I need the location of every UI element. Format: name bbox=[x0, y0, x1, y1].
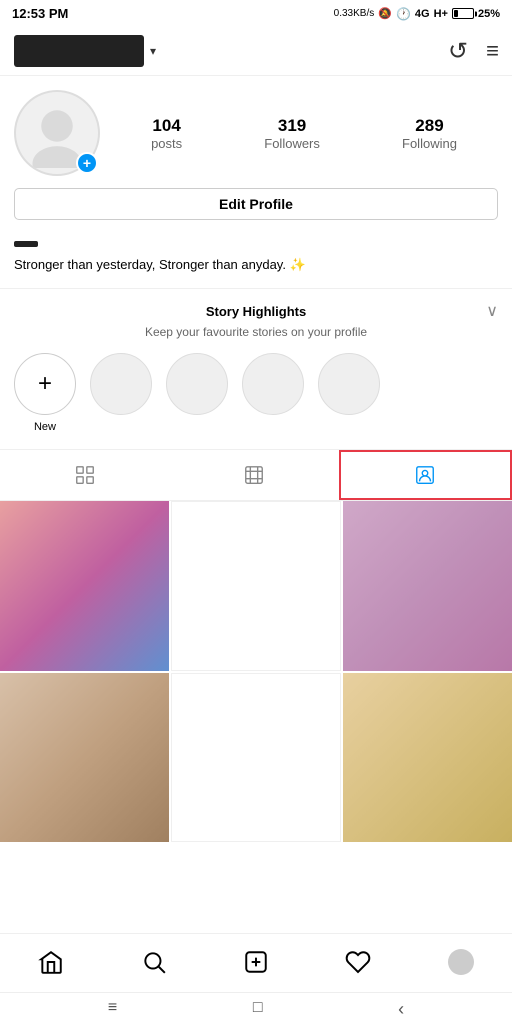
avatar-add-button[interactable]: + bbox=[76, 152, 98, 174]
nav-right-icons: ↺ ≡ bbox=[448, 37, 498, 66]
stat-posts[interactable]: 104 posts bbox=[151, 116, 182, 151]
highlight-item-2[interactable] bbox=[166, 353, 228, 433]
history-icon[interactable]: ↺ bbox=[448, 37, 468, 66]
nav-profile[interactable] bbox=[439, 944, 483, 980]
highlights-list: + New bbox=[0, 349, 512, 437]
status-indicators: 0.33KB/s 🔕 🕐 4G H+ 25% bbox=[334, 7, 500, 21]
followers-label: Followers bbox=[264, 136, 320, 151]
bio-username bbox=[14, 241, 38, 247]
new-plus-icon: + bbox=[38, 372, 52, 396]
top-nav: ▾ ↺ ≡ bbox=[0, 27, 512, 76]
signal-4g: 4G bbox=[415, 8, 430, 20]
highlight-circle-4[interactable] bbox=[318, 353, 380, 415]
status-time: 12:53 PM bbox=[12, 6, 68, 21]
stats-row: 104 posts 319 Followers 289 Following bbox=[110, 116, 498, 151]
highlight-circle-3[interactable] bbox=[242, 353, 304, 415]
photo-cell-3[interactable] bbox=[343, 501, 512, 670]
highlight-circle-1[interactable] bbox=[90, 353, 152, 415]
stat-following[interactable]: 289 Following bbox=[402, 116, 457, 151]
highlight-item-4[interactable] bbox=[318, 353, 380, 433]
photo-cell-6[interactable] bbox=[343, 673, 512, 842]
mute-icon: 🔕 bbox=[378, 7, 392, 20]
add-icon bbox=[243, 949, 269, 975]
avatar-wrap[interactable]: + bbox=[14, 90, 100, 176]
status-bar: 12:53 PM 0.33KB/s 🔕 🕐 4G H+ 25% bbox=[0, 0, 512, 27]
highlight-item-1[interactable] bbox=[90, 353, 152, 433]
posts-count: 104 bbox=[152, 116, 180, 136]
system-nav: ≡ □ ‹ bbox=[0, 992, 512, 1024]
system-nav-menu[interactable]: ≡ bbox=[108, 999, 117, 1020]
nav-add[interactable] bbox=[234, 944, 278, 980]
edit-profile-button[interactable]: Edit Profile bbox=[14, 188, 498, 220]
highlights-subtitle: Keep your favourite stories on your prof… bbox=[0, 325, 512, 349]
photo-grid bbox=[0, 501, 512, 842]
highlight-item-3[interactable] bbox=[242, 353, 304, 433]
tab-grid[interactable] bbox=[0, 450, 169, 500]
highlights-header: Story Highlights ∨ bbox=[0, 301, 512, 325]
highlights-section: Story Highlights ∨ Keep your favourite s… bbox=[0, 288, 512, 450]
heart-icon bbox=[345, 949, 371, 975]
highlight-circle-2[interactable] bbox=[166, 353, 228, 415]
clock-icon: 🕐 bbox=[396, 7, 411, 21]
reel-icon bbox=[243, 464, 265, 486]
battery-icon bbox=[452, 8, 474, 19]
nav-heart[interactable] bbox=[336, 944, 380, 980]
nav-home[interactable] bbox=[29, 944, 73, 980]
home-icon bbox=[38, 949, 64, 975]
stat-followers[interactable]: 319 Followers bbox=[264, 116, 320, 151]
photo-cell-4[interactable] bbox=[0, 673, 169, 842]
battery-percent: 25% bbox=[478, 8, 500, 20]
dropdown-icon[interactable]: ▾ bbox=[150, 44, 156, 58]
system-nav-home[interactable]: □ bbox=[253, 999, 263, 1020]
profile-top: + 104 posts 319 Followers 289 Following bbox=[14, 90, 498, 176]
username-area[interactable]: ▾ bbox=[14, 35, 156, 67]
tab-tag[interactable] bbox=[339, 450, 512, 500]
nav-search[interactable] bbox=[132, 944, 176, 980]
bottom-pad bbox=[0, 842, 512, 912]
search-icon bbox=[141, 949, 167, 975]
highlight-new[interactable]: + New bbox=[14, 353, 76, 433]
nav-avatar bbox=[448, 949, 474, 975]
following-label: Following bbox=[402, 136, 457, 151]
tag-icon bbox=[414, 464, 436, 486]
followers-count: 319 bbox=[278, 116, 306, 136]
grid-icon bbox=[74, 464, 96, 486]
posts-label: posts bbox=[151, 136, 182, 151]
following-count: 289 bbox=[415, 116, 443, 136]
signal-hplus: H+ bbox=[434, 8, 448, 20]
bio-section: Stronger than yesterday, Stronger than a… bbox=[0, 230, 512, 288]
photo-cell-1[interactable] bbox=[0, 501, 169, 670]
highlights-title: Story Highlights bbox=[206, 304, 306, 319]
system-nav-back[interactable]: ‹ bbox=[398, 999, 404, 1020]
highlights-chevron-icon[interactable]: ∨ bbox=[486, 301, 498, 321]
username-box[interactable] bbox=[14, 35, 144, 67]
tab-reel[interactable] bbox=[169, 450, 338, 500]
tabs-row bbox=[0, 450, 512, 501]
photo-cell-5[interactable] bbox=[171, 673, 340, 842]
profile-section: + 104 posts 319 Followers 289 Following … bbox=[0, 76, 512, 230]
highlight-new-label: New bbox=[34, 421, 56, 433]
network-speed: 0.33KB/s bbox=[334, 8, 375, 19]
bio-text: Stronger than yesterday, Stronger than a… bbox=[14, 256, 498, 274]
photo-cell-2[interactable] bbox=[171, 501, 340, 670]
highlight-new-circle[interactable]: + bbox=[14, 353, 76, 415]
bottom-nav bbox=[0, 933, 512, 988]
menu-icon[interactable]: ≡ bbox=[486, 38, 498, 64]
